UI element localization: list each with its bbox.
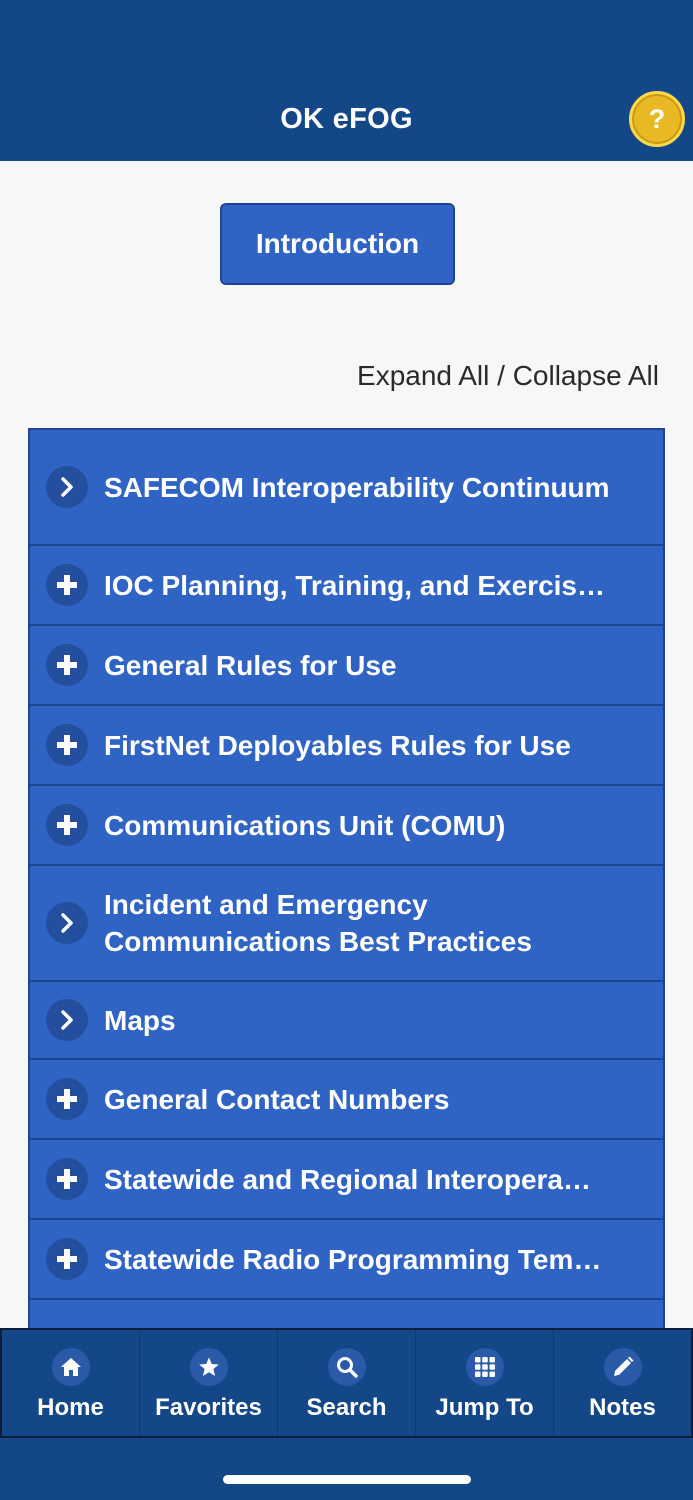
plus-icon [46,1078,88,1120]
section-row-partial[interactable] [30,1300,663,1330]
home-indicator[interactable] [223,1475,471,1484]
top-app-bar: OK eFOG ? [0,0,693,161]
expand-collapse-separator: / [489,360,513,391]
section-label: Statewide Radio Programming Tem… [104,1243,602,1275]
section-row-incident-emergency[interactable]: Incident and Emergency Communications Be… [30,866,663,982]
section-label: General Contact Numbers [104,1083,450,1115]
help-button[interactable]: ? [629,91,685,147]
section-row-contact-numbers[interactable]: General Contact Numbers [30,1060,663,1140]
section-label: Statewide and Regional Interopera… [104,1163,591,1195]
plus-icon [46,1238,88,1280]
expand-all-link[interactable]: Expand All [357,360,489,391]
search-icon [327,1348,366,1386]
tab-label: Notes [589,1394,656,1421]
tab-home[interactable]: Home [2,1330,140,1436]
section-label: Communications Unit (COMU) [104,809,506,841]
chevron-right-icon [46,466,88,508]
collapse-all-link[interactable]: Collapse All [513,360,659,391]
tab-label: Jump To [435,1394,534,1421]
plus-icon [46,644,88,686]
tab-search[interactable]: Search [278,1330,416,1436]
plus-icon [46,564,88,606]
grid-icon [465,1348,504,1386]
section-row-ioc-planning[interactable]: IOC Planning, Training, and Exercis… [30,546,663,626]
pencil-icon [603,1348,642,1386]
section-row-comu[interactable]: Communications Unit (COMU) [30,786,663,866]
section-label: IOC Planning, Training, and Exercis… [104,569,605,601]
section-label: FirstNet Deployables Rules for Use [104,729,571,761]
tab-label: Search [306,1394,387,1421]
plus-icon [46,724,88,766]
chevron-right-icon [46,902,88,944]
section-row-firstnet[interactable]: FirstNet Deployables Rules for Use [30,706,663,786]
tab-label: Home [37,1394,104,1421]
section-row-safecom[interactable]: SAFECOM Interoperability Continuum [30,430,663,546]
section-label: Maps [104,1004,176,1036]
chevron-right-icon [46,999,88,1041]
section-row-statewide-regional[interactable]: Statewide and Regional Interopera… [30,1140,663,1220]
tab-label: Favorites [155,1394,262,1421]
tab-notes[interactable]: Notes [554,1330,691,1436]
app-title: OK eFOG [280,103,413,135]
section-list: SAFECOM Interoperability Continuum IOC P… [28,428,665,1330]
expand-collapse-toggle: Expand All / Collapse All [357,360,659,392]
introduction-button[interactable]: Introduction [220,203,455,285]
section-row-general-rules[interactable]: General Rules for Use [30,626,663,706]
tab-favorites[interactable]: Favorites [140,1330,278,1436]
section-label: SAFECOM Interoperability Continuum [104,471,610,503]
home-icon [51,1348,90,1386]
section-row-radio-programming[interactable]: Statewide Radio Programming Tem… [30,1220,663,1300]
section-label: General Rules for Use [104,649,397,681]
star-icon [189,1348,228,1386]
safe-area-bottom [0,1438,693,1500]
help-circle-icon: ? [648,103,666,134]
tab-jump-to[interactable]: Jump To [416,1330,554,1436]
section-row-maps[interactable]: Maps [30,982,663,1060]
plus-icon [46,1158,88,1200]
section-label: Incident and Emergency Communications Be… [104,889,532,957]
plus-icon [46,804,88,846]
bottom-tab-bar: Home Favorites Search Jump To Notes [0,1328,693,1438]
